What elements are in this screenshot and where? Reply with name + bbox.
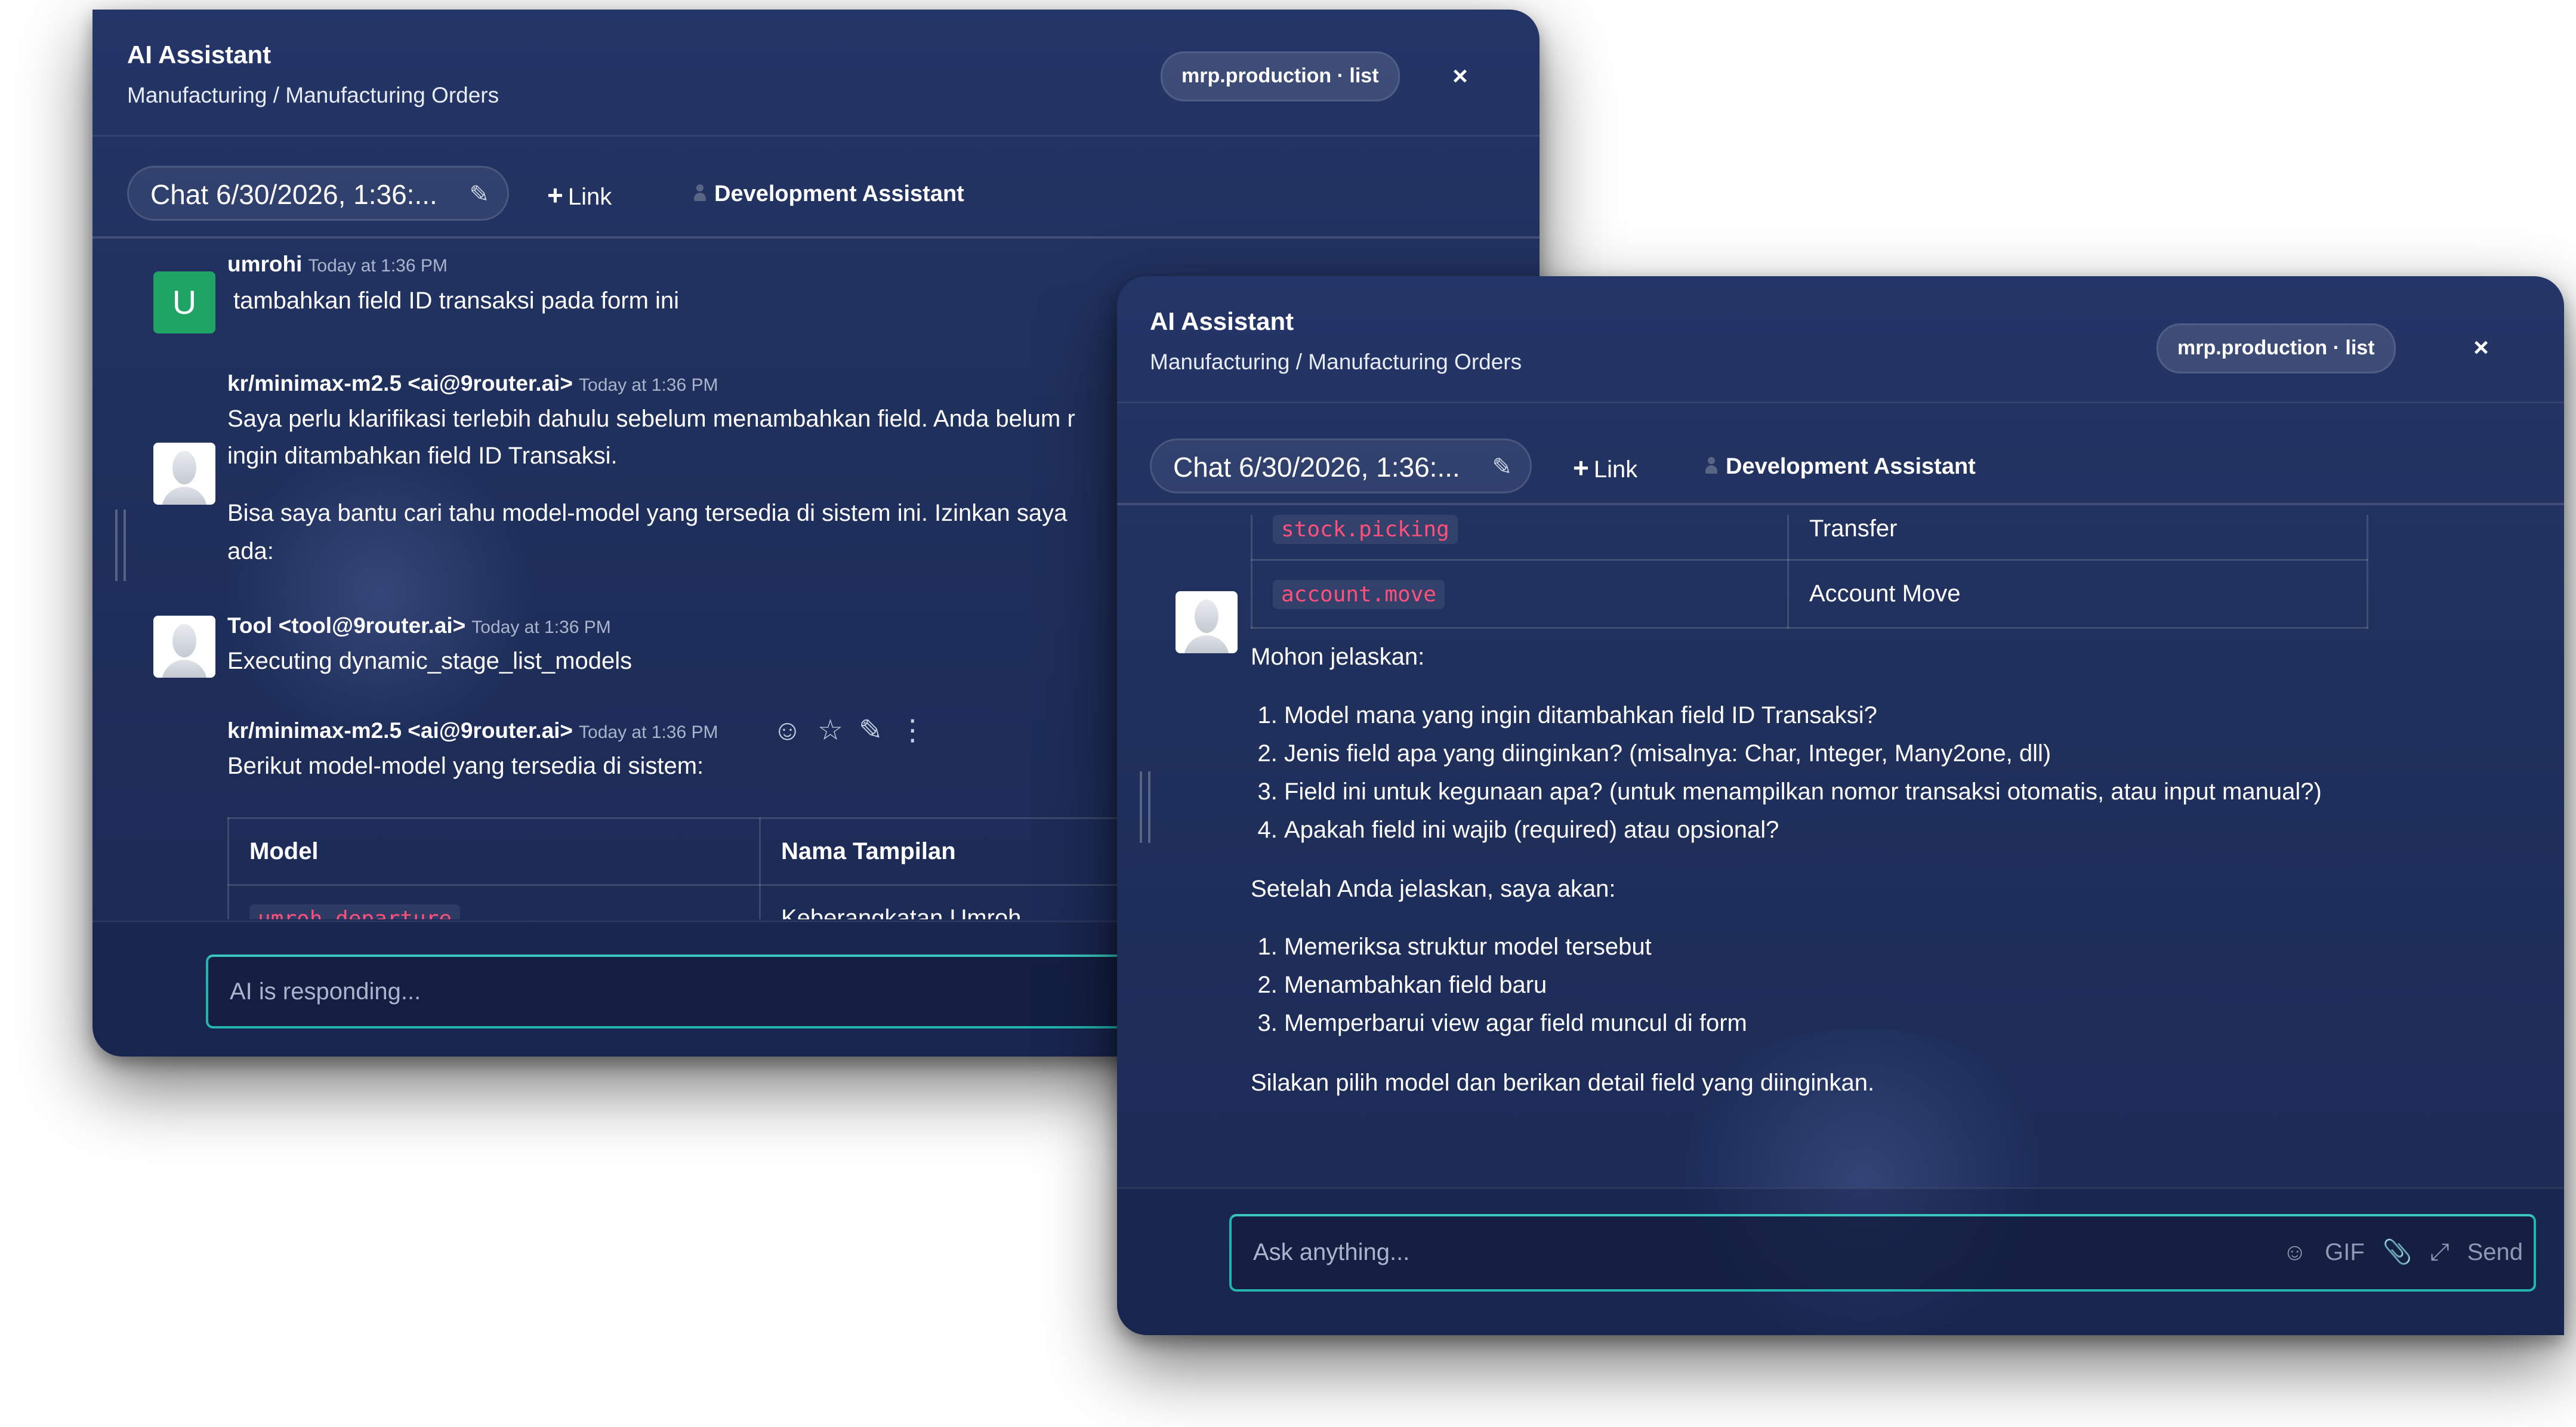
table-row: account.move Account Move <box>1251 559 2368 629</box>
pencil-icon[interactable]: ✎ <box>469 168 489 221</box>
window-title: AI Assistant <box>127 41 272 69</box>
expand-icon[interactable]: ⤢ <box>2430 1239 2449 1265</box>
tool-avatar <box>153 616 215 678</box>
model-code: account.move <box>1273 580 1445 609</box>
plus-icon: + <box>1573 452 1589 483</box>
add-reaction-icon[interactable]: ☺ <box>773 715 802 746</box>
message-text: Mohon jelaskan: <box>1251 644 1425 670</box>
author-name: Tool <tool@9router.ai> <box>227 613 466 638</box>
message-author: umrohi Today at 1:36 PM <box>227 252 448 277</box>
breadcrumb: Manufacturing / Manufacturing Orders <box>1150 350 1522 374</box>
emoji-icon[interactable]: ☺ <box>2282 1239 2307 1265</box>
close-button[interactable]: × <box>2467 333 2495 362</box>
more-icon[interactable]: ⋮ <box>898 715 927 746</box>
models-table: stock.picking Transfer account.move Accoun… <box>1251 515 2368 629</box>
bot-avatar <box>1176 591 1238 653</box>
message-time: Today at 1:36 PM <box>579 722 718 742</box>
message-author: kr/minimax-m2.5 <ai@9router.ai> Today at … <box>227 718 718 743</box>
link-button[interactable]: + Link <box>1573 452 1637 484</box>
window-title: AI Assistant <box>1150 307 1294 335</box>
composer-area: Ask anything... ☺ GIF 📎 ⤢ Send <box>1117 1187 2564 1335</box>
gif-button[interactable]: GIF <box>2325 1239 2365 1265</box>
star-icon[interactable]: ☆ <box>817 715 843 746</box>
message-list: stock.picking Transfer account.move Accoun… <box>1117 515 2564 1198</box>
list-item: Field ini untuk kegunaan apa? (untuk men… <box>1284 773 2322 811</box>
assistant-window-front: AI Assistant Manufacturing / Manufacturi… <box>1117 276 2564 1335</box>
chat-name: Chat 6/30/2026, 1:36:... <box>1173 452 1460 483</box>
message-text: ingin ditambahkan field ID Transaksi. <box>227 443 618 469</box>
author-name: kr/minimax-m2.5 <ai@9router.ai> <box>227 718 573 743</box>
message-text: Silakan pilih model dan berikan detail f… <box>1251 1070 1875 1096</box>
list-item: Model mana yang ingin ditambahkan field … <box>1284 696 2322 734</box>
resize-handle[interactable] <box>115 509 126 581</box>
close-button[interactable]: × <box>1446 62 1474 91</box>
resize-handle[interactable] <box>1140 771 1150 843</box>
link-label: Link <box>567 184 612 210</box>
message-actions: ☺ ☆ ✎ ⋮ <box>773 714 942 747</box>
message-text: tambahkan field ID transaksi pada form i… <box>233 288 680 314</box>
chat-toolbar: Chat 6/30/2026, 1:36:... ✎ + Link Develop… <box>92 136 1540 239</box>
development-assistant-label: Development Assistant <box>714 181 964 206</box>
message-text: Bisa saya bantu cari tahu model-model ya… <box>227 500 1068 526</box>
model-badge[interactable]: mrp.production · list <box>1161 51 1400 101</box>
list-item: Apakah field ini wajib (required) atau o… <box>1284 811 2322 849</box>
chat-name-pill[interactable]: Chat 6/30/2026, 1:36:... ✎ <box>1150 438 1532 493</box>
message-text: Saya perlu klarifikasi terlebih dahulu s… <box>227 406 1075 432</box>
message-input-placeholder: Ask anything... <box>1253 1239 1410 1265</box>
bot-avatar <box>153 443 215 505</box>
message-time: Today at 1:36 PM <box>471 617 611 637</box>
person-icon <box>694 184 706 202</box>
questions-list: Model mana yang ingin ditambahkan field … <box>1251 696 2322 849</box>
edit-icon[interactable]: ✎ <box>859 715 883 746</box>
avatar: U <box>153 271 215 333</box>
send-button[interactable]: Send <box>2467 1239 2523 1265</box>
message-author: Tool <tool@9router.ai> Today at 1:36 PM <box>227 613 611 638</box>
pencil-icon[interactable]: ✎ <box>1492 440 1512 494</box>
model-code: umroh.departure <box>249 904 461 919</box>
table-row: stock.picking Transfer <box>1251 515 2368 561</box>
model-code: stock.picking <box>1273 515 1458 544</box>
chat-name-pill[interactable]: Chat 6/30/2026, 1:36:... ✎ <box>127 166 509 221</box>
model-display-name: Account Move <box>1787 559 2368 629</box>
model-display-name: Transfer <box>1787 515 2368 561</box>
development-assistant-button[interactable]: Development Assistant <box>694 181 964 207</box>
link-label: Link <box>1593 456 1638 483</box>
message-text: Berikut model-model yang tersedia di sis… <box>227 753 704 779</box>
message-time: Today at 1:36 PM <box>308 256 448 276</box>
input-actions: ☺ GIF 📎 ⤢ Send <box>2265 1216 2523 1288</box>
list-item: Menambahkan field baru <box>1284 966 1747 1004</box>
message-input[interactable]: Ask anything... ☺ GIF 📎 ⤢ Send <box>1229 1214 2536 1292</box>
steps-list: Memeriksa struktur model tersebut Menamb… <box>1251 928 1747 1042</box>
development-assistant-label: Development Assistant <box>1726 454 1976 479</box>
message-text: ada: <box>227 538 274 564</box>
list-item: Memperbarui view agar field muncul di fo… <box>1284 1004 1747 1042</box>
message-text: Executing dynamic_stage_list_models <box>227 648 633 674</box>
table-header-model: Model <box>227 817 761 886</box>
list-item: Memeriksa struktur model tersebut <box>1284 928 1747 966</box>
breadcrumb: Manufacturing / Manufacturing Orders <box>127 83 499 107</box>
window-header: AI Assistant Manufacturing / Manufacturi… <box>92 10 1540 137</box>
link-button[interactable]: + Link <box>547 179 612 211</box>
message-author: kr/minimax-m2.5 <ai@9router.ai> Today at … <box>227 371 718 396</box>
window-header: AI Assistant Manufacturing / Manufacturi… <box>1117 276 2564 403</box>
attachment-icon[interactable]: 📎 <box>2383 1239 2413 1265</box>
message-text: Setelah Anda jelaskan, saya akan: <box>1251 876 1616 902</box>
plus-icon: + <box>547 180 563 211</box>
person-icon <box>1705 457 1717 475</box>
message-time: Today at 1:36 PM <box>579 375 718 395</box>
list-item: Jenis field apa yang diinginkan? (misaln… <box>1284 734 2322 773</box>
chat-toolbar: Chat 6/30/2026, 1:36:... ✎ + Link Develop… <box>1117 403 2564 505</box>
chat-name: Chat 6/30/2026, 1:36:... <box>150 179 437 210</box>
author-name: umrohi <box>227 252 303 276</box>
author-name: kr/minimax-m2.5 <ai@9router.ai> <box>227 371 573 396</box>
model-badge[interactable]: mrp.production · list <box>2157 323 2396 373</box>
development-assistant-button[interactable]: Development Assistant <box>1705 454 1976 480</box>
